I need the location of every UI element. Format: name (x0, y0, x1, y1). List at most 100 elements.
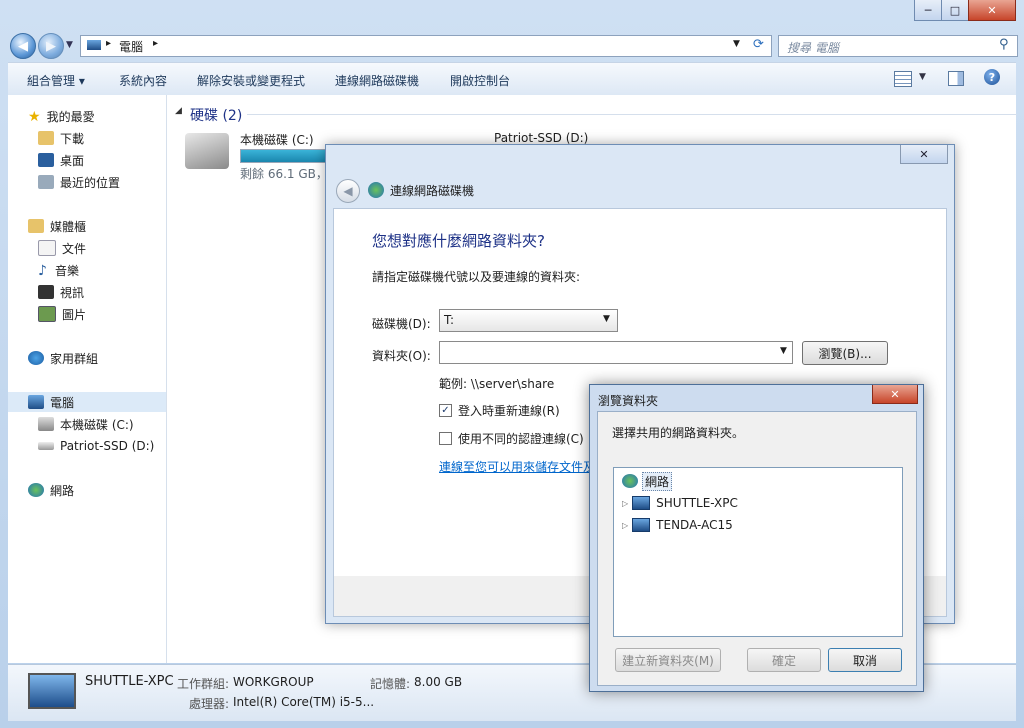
help-icon[interactable]: ? (984, 69, 1000, 85)
uninstall-program-button[interactable]: 解除安裝或變更程式 (197, 72, 305, 89)
drive-c-name[interactable]: 本機磁碟 (C:) (240, 131, 314, 148)
hard-drive-icon[interactable] (185, 133, 229, 169)
browse-dialog-title: 瀏覽資料夾 (598, 394, 659, 408)
search-icon[interactable]: ⚲ (999, 37, 1009, 52)
recent-pages-chevron-icon[interactable]: ▼ (66, 40, 73, 50)
drive-letter-select[interactable]: T: ▼ (439, 309, 618, 332)
expand-arrow-icon[interactable]: ▷ (622, 521, 628, 530)
reconnect-label: 登入時重新連線(R) (458, 404, 560, 418)
tree-item-tenda-label: TENDA-AC15 (656, 518, 733, 532)
network-icon (28, 483, 44, 497)
folder-input[interactable]: ▼ (439, 341, 793, 364)
map-network-drive-button[interactable]: 連線網路磁碟機 (335, 72, 419, 89)
view-options-icon[interactable] (894, 71, 912, 87)
browse-button[interactable]: 瀏覽(B)... (802, 341, 888, 365)
nav-computer[interactable]: 電腦 (8, 392, 166, 412)
close-button[interactable]: ✕ (968, 0, 1016, 21)
ok-button[interactable]: 確定 (747, 648, 821, 672)
navigation-pane: ★ 我的最愛 下載 桌面 最近的位置 媒體櫃 文件 ♪ 音樂 視訊 圖片 家用群組 … (8, 95, 167, 663)
reconnect-checkbox[interactable]: ✓ (439, 404, 452, 417)
tree-item-shuttle-label: SHUTTLE-XPC (656, 496, 738, 510)
reconnect-option[interactable]: ✓ 登入時重新連線(R) (439, 402, 560, 419)
example-path-text: 範例: \\server\share (439, 377, 555, 391)
folder-dropdown-icon[interactable]: ▼ (780, 346, 787, 356)
memory-value: 8.00 GB (414, 675, 463, 689)
nav-favorites[interactable]: ★ 我的最愛 (28, 106, 186, 126)
new-folder-button[interactable]: 建立新資料夾(M) (615, 648, 721, 672)
cancel-button[interactable]: 取消 (828, 648, 902, 672)
organize-menu-button[interactable]: 組合管理 ▾ (27, 72, 85, 89)
view-dropdown-icon[interactable]: ▼ (919, 72, 926, 82)
pictures-icon (38, 306, 56, 322)
browse-folder-dialog: 瀏覽資料夾 ✕ 選擇共用的網路資料夾。 網路 ▷ SHUTTLE-XPC ▷ T… (589, 384, 924, 692)
folder-label: 資料夾(O): (372, 349, 431, 363)
nav-homegroup[interactable]: 家用群組 (28, 348, 186, 368)
tree-item-tenda-ac15[interactable]: ▷ TENDA-AC15 (622, 515, 733, 535)
browse-dialog-close-button[interactable]: ✕ (872, 385, 918, 404)
cpu-label: 處理器: (189, 697, 230, 711)
libraries-icon (28, 219, 44, 233)
music-icon: ♪ (38, 263, 47, 279)
breadcrumb-separator-icon: ▸ (106, 38, 112, 49)
memory-label: 記憶體: (370, 677, 411, 691)
address-dropdown-icon[interactable]: ▼ (733, 39, 740, 49)
star-icon: ★ (28, 109, 41, 125)
open-control-panel-button[interactable]: 開啟控制台 (450, 72, 510, 89)
computer-icon (632, 496, 651, 510)
drive-d-name[interactable]: Patriot-SSD (D:) (494, 131, 588, 145)
map-dialog-close-button[interactable]: ✕ (900, 145, 948, 164)
address-bar[interactable]: ▸ 電腦 ▸ ▼ ⟳ (80, 35, 772, 57)
network-icon (622, 474, 638, 488)
workgroup-label: 工作群組: (177, 677, 230, 691)
folder-tree[interactable]: 網路 ▷ SHUTTLE-XPC ▷ TENDA-AC15 (613, 467, 903, 637)
documents-icon (38, 240, 56, 256)
nav-network[interactable]: 網路 (28, 480, 186, 500)
map-dialog-heading: 您想對應什麼網路資料夾? (372, 232, 545, 250)
computer-icon (632, 518, 651, 532)
map-dialog-title: 連線網路磁碟機 (390, 184, 475, 198)
different-credentials-checkbox[interactable] (439, 432, 452, 445)
command-bar: 組合管理 ▾ 系統內容 解除安裝或變更程式 連線網路磁碟機 開啟控制台 ▼ ? (8, 62, 1016, 96)
storage-link[interactable]: 連線至您可以用來儲存文件及 (439, 458, 595, 475)
computer-large-icon (28, 673, 76, 709)
computer-name: SHUTTLE-XPC (85, 674, 174, 689)
system-drive-icon (38, 417, 54, 431)
browse-instruction: 選擇共用的網路資料夾。 (612, 426, 745, 440)
breadcrumb-chevron-icon[interactable]: ▸ (153, 38, 158, 49)
refresh-icon[interactable]: ⟳ (753, 37, 764, 52)
tree-item-network[interactable]: 網路 (622, 471, 673, 491)
nav-libraries[interactable]: 媒體櫃 (28, 216, 186, 236)
network-drive-icon (368, 182, 384, 198)
maximize-button[interactable]: □ (941, 0, 969, 21)
minimize-button[interactable]: ─ (914, 0, 942, 21)
map-dialog-back-icon[interactable]: ◀ (336, 179, 360, 203)
downloads-folder-icon (38, 131, 54, 145)
cpu-value: Intel(R) Core(TM) i5-5... (233, 695, 375, 709)
group-divider (247, 114, 1017, 115)
expand-arrow-icon[interactable]: ▷ (622, 499, 628, 508)
homegroup-icon (28, 351, 44, 365)
system-properties-button[interactable]: 系統內容 (119, 72, 167, 89)
tree-item-network-label: 網路 (642, 471, 673, 491)
tree-item-shuttle-xpc[interactable]: ▷ SHUTTLE-XPC (622, 493, 738, 513)
breadcrumb-computer[interactable]: 電腦 (119, 38, 143, 55)
drive-letter-value: T: (444, 313, 455, 327)
forward-arrow-icon[interactable]: ▶ (38, 33, 64, 59)
drive-c-free-space: 剩餘 66.1 GB， (240, 167, 328, 181)
drive-letter-dropdown-icon[interactable]: ▼ (603, 314, 610, 324)
drive-icon (38, 442, 54, 450)
browse-dialog-body: 選擇共用的網路資料夾。 網路 ▷ SHUTTLE-XPC ▷ TENDA-AC1… (597, 411, 917, 686)
preview-pane-icon[interactable] (948, 71, 964, 86)
workgroup-value: WORKGROUP (233, 675, 314, 689)
navigation-bar: ◀ ▶ ▼ ▸ 電腦 ▸ ▼ ⟳ 搜尋 電腦 ⚲ (8, 31, 1018, 61)
videos-icon (38, 285, 54, 299)
title-bar[interactable]: ─ □ ✕ (0, 0, 1024, 30)
different-credentials-option[interactable]: 使用不同的認證連線(C) (439, 430, 584, 447)
group-collapse-icon[interactable]: ◢ (175, 106, 182, 116)
drive-letter-label: 磁碟機(D): (372, 317, 431, 331)
back-arrow-icon[interactable]: ◀ (10, 33, 36, 59)
search-box[interactable]: 搜尋 電腦 ⚲ (778, 35, 1018, 57)
different-credentials-label: 使用不同的認證連線(C) (458, 432, 584, 446)
search-input[interactable]: 搜尋 電腦 (787, 39, 839, 56)
map-dialog-instruction: 請指定磁碟機代號以及要連線的資料夾: (372, 270, 581, 284)
